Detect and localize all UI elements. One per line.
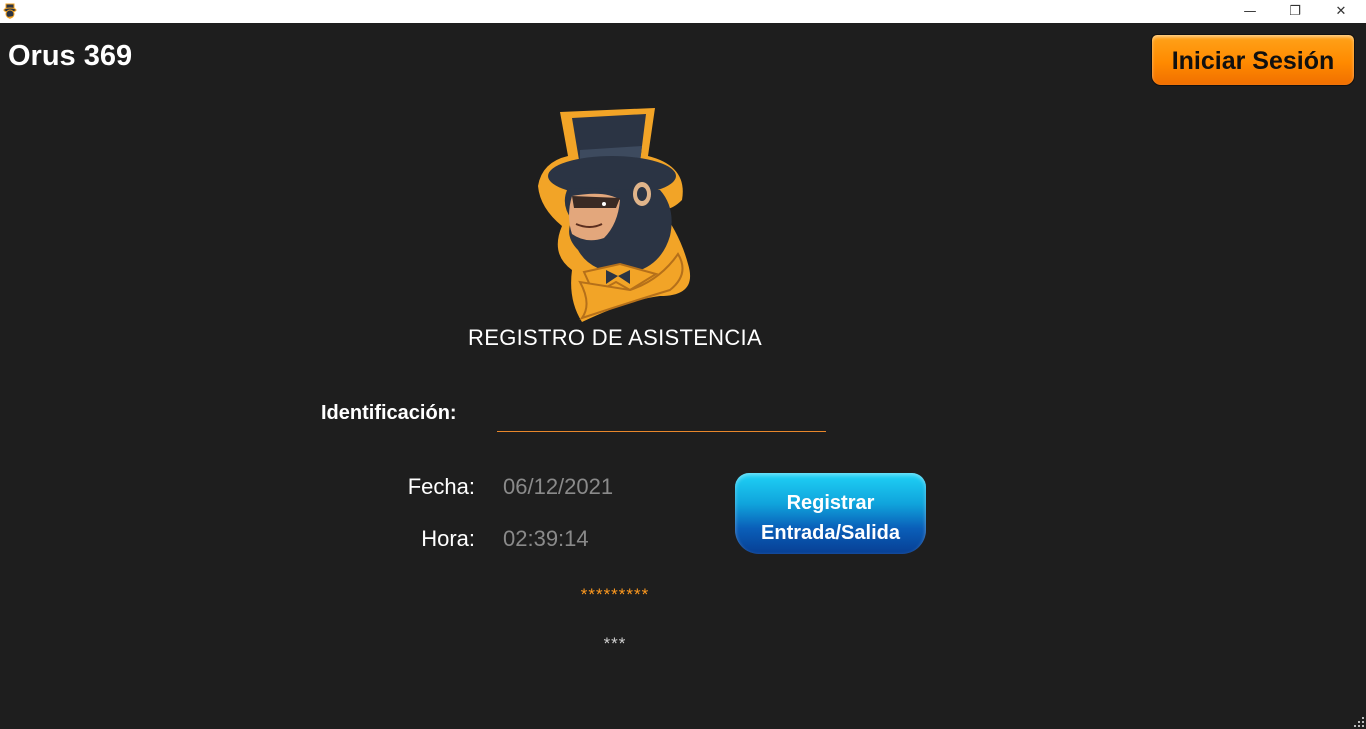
resize-grip-icon[interactable] [1353,716,1365,728]
register-button-line2: Entrada/Salida [761,522,900,544]
maximize-button[interactable]: ❐ [1272,0,1318,23]
app-title: Orus 369 [8,40,133,72]
identification-input[interactable] [497,404,826,432]
date-label: Fecha: [407,474,475,499]
register-entry-exit-button[interactable]: Registrar Entrada/Salida [735,473,926,554]
time-value: 02:39:14 [503,526,589,551]
login-button[interactable]: Iniciar Sesión [1151,34,1355,86]
identification-label: Identificación: [321,402,457,424]
date-value: 06/12/2021 [503,474,614,499]
status-message-secondary: *** [603,634,627,653]
status-message-primary: ********* [580,585,650,604]
window-titlebar: — ❐ ✕ [0,0,1366,23]
register-button-line1: Registrar [786,492,875,514]
gorilla-top-hat-logo [538,108,691,322]
time-label: Hora: [421,526,475,551]
gorilla-logo-icon [3,3,17,19]
attendance-heading: REGISTRO DE ASISTENCIA [468,325,762,350]
close-button[interactable]: ✕ [1318,0,1364,23]
minimize-button[interactable]: — [1227,0,1273,23]
